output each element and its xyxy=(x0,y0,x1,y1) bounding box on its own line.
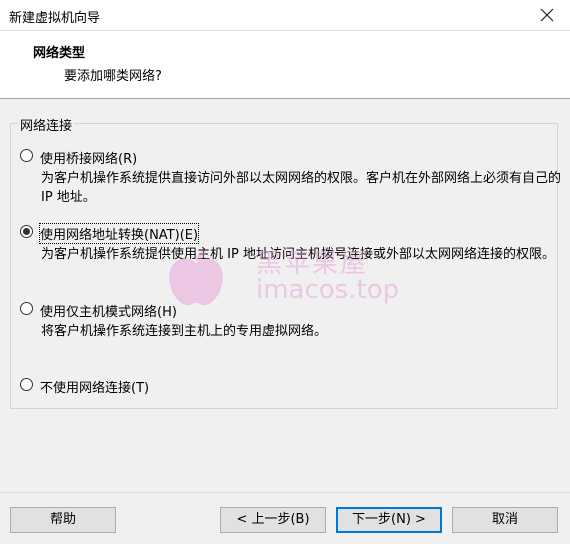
network-connection-group: 网络连接 使用桥接网络(R) 为客户机操作系统提供直接访问外部以太网网络的权限。… xyxy=(10,115,562,409)
back-button[interactable]: < 上一步(B) xyxy=(220,507,326,533)
option-nat-description: 为客户机操作系统提供使用主机 IP 地址访问主机拨号连接或外部以太网网络连接的权… xyxy=(41,247,555,262)
radio-nat[interactable] xyxy=(20,225,33,238)
option-host-only-label[interactable]: 使用仅主机模式网络(H) xyxy=(40,301,177,320)
option-bridged-label[interactable]: 使用桥接网络(R) xyxy=(40,148,137,167)
close-button[interactable] xyxy=(524,0,570,31)
radio-bridged[interactable] xyxy=(20,149,33,162)
page-subtitle: 要添加哪类网络? xyxy=(64,69,162,84)
page-title: 网络类型 xyxy=(33,46,86,61)
wizard-footer: 帮助 < 上一步(B) 下一步(N) > 取消 xyxy=(0,492,570,544)
next-button[interactable]: 下一步(N) > xyxy=(336,507,442,533)
close-icon xyxy=(540,8,554,22)
option-nat-label[interactable]: 使用网络地址转换(NAT)(E) xyxy=(38,223,200,244)
option-host-only-description: 将客户机操作系统连接到主机上的专用虚拟网络。 xyxy=(41,324,328,339)
radio-selected-dot xyxy=(23,228,30,235)
window-title: 新建虚拟机向导 xyxy=(9,11,101,26)
radio-no-network[interactable] xyxy=(20,378,33,391)
group-legend: 网络连接 xyxy=(18,115,75,134)
wizard-header: 网络类型 要添加哪类网络? xyxy=(0,31,570,99)
wizard-body: 网络连接 使用桥接网络(R) 为客户机操作系统提供直接访问外部以太网网络的权限。… xyxy=(0,99,570,492)
radio-host-only[interactable] xyxy=(20,302,33,315)
option-bridged-description: 为客户机操作系统提供直接访问外部以太网网络的权限。客户机在外部网络上必须有自己的… xyxy=(41,171,562,205)
title-bar: 新建虚拟机向导 xyxy=(0,0,570,31)
option-no-network-label[interactable]: 不使用网络连接(T) xyxy=(40,377,149,396)
cancel-button[interactable]: 取消 xyxy=(452,507,558,533)
help-button[interactable]: 帮助 xyxy=(10,507,116,533)
